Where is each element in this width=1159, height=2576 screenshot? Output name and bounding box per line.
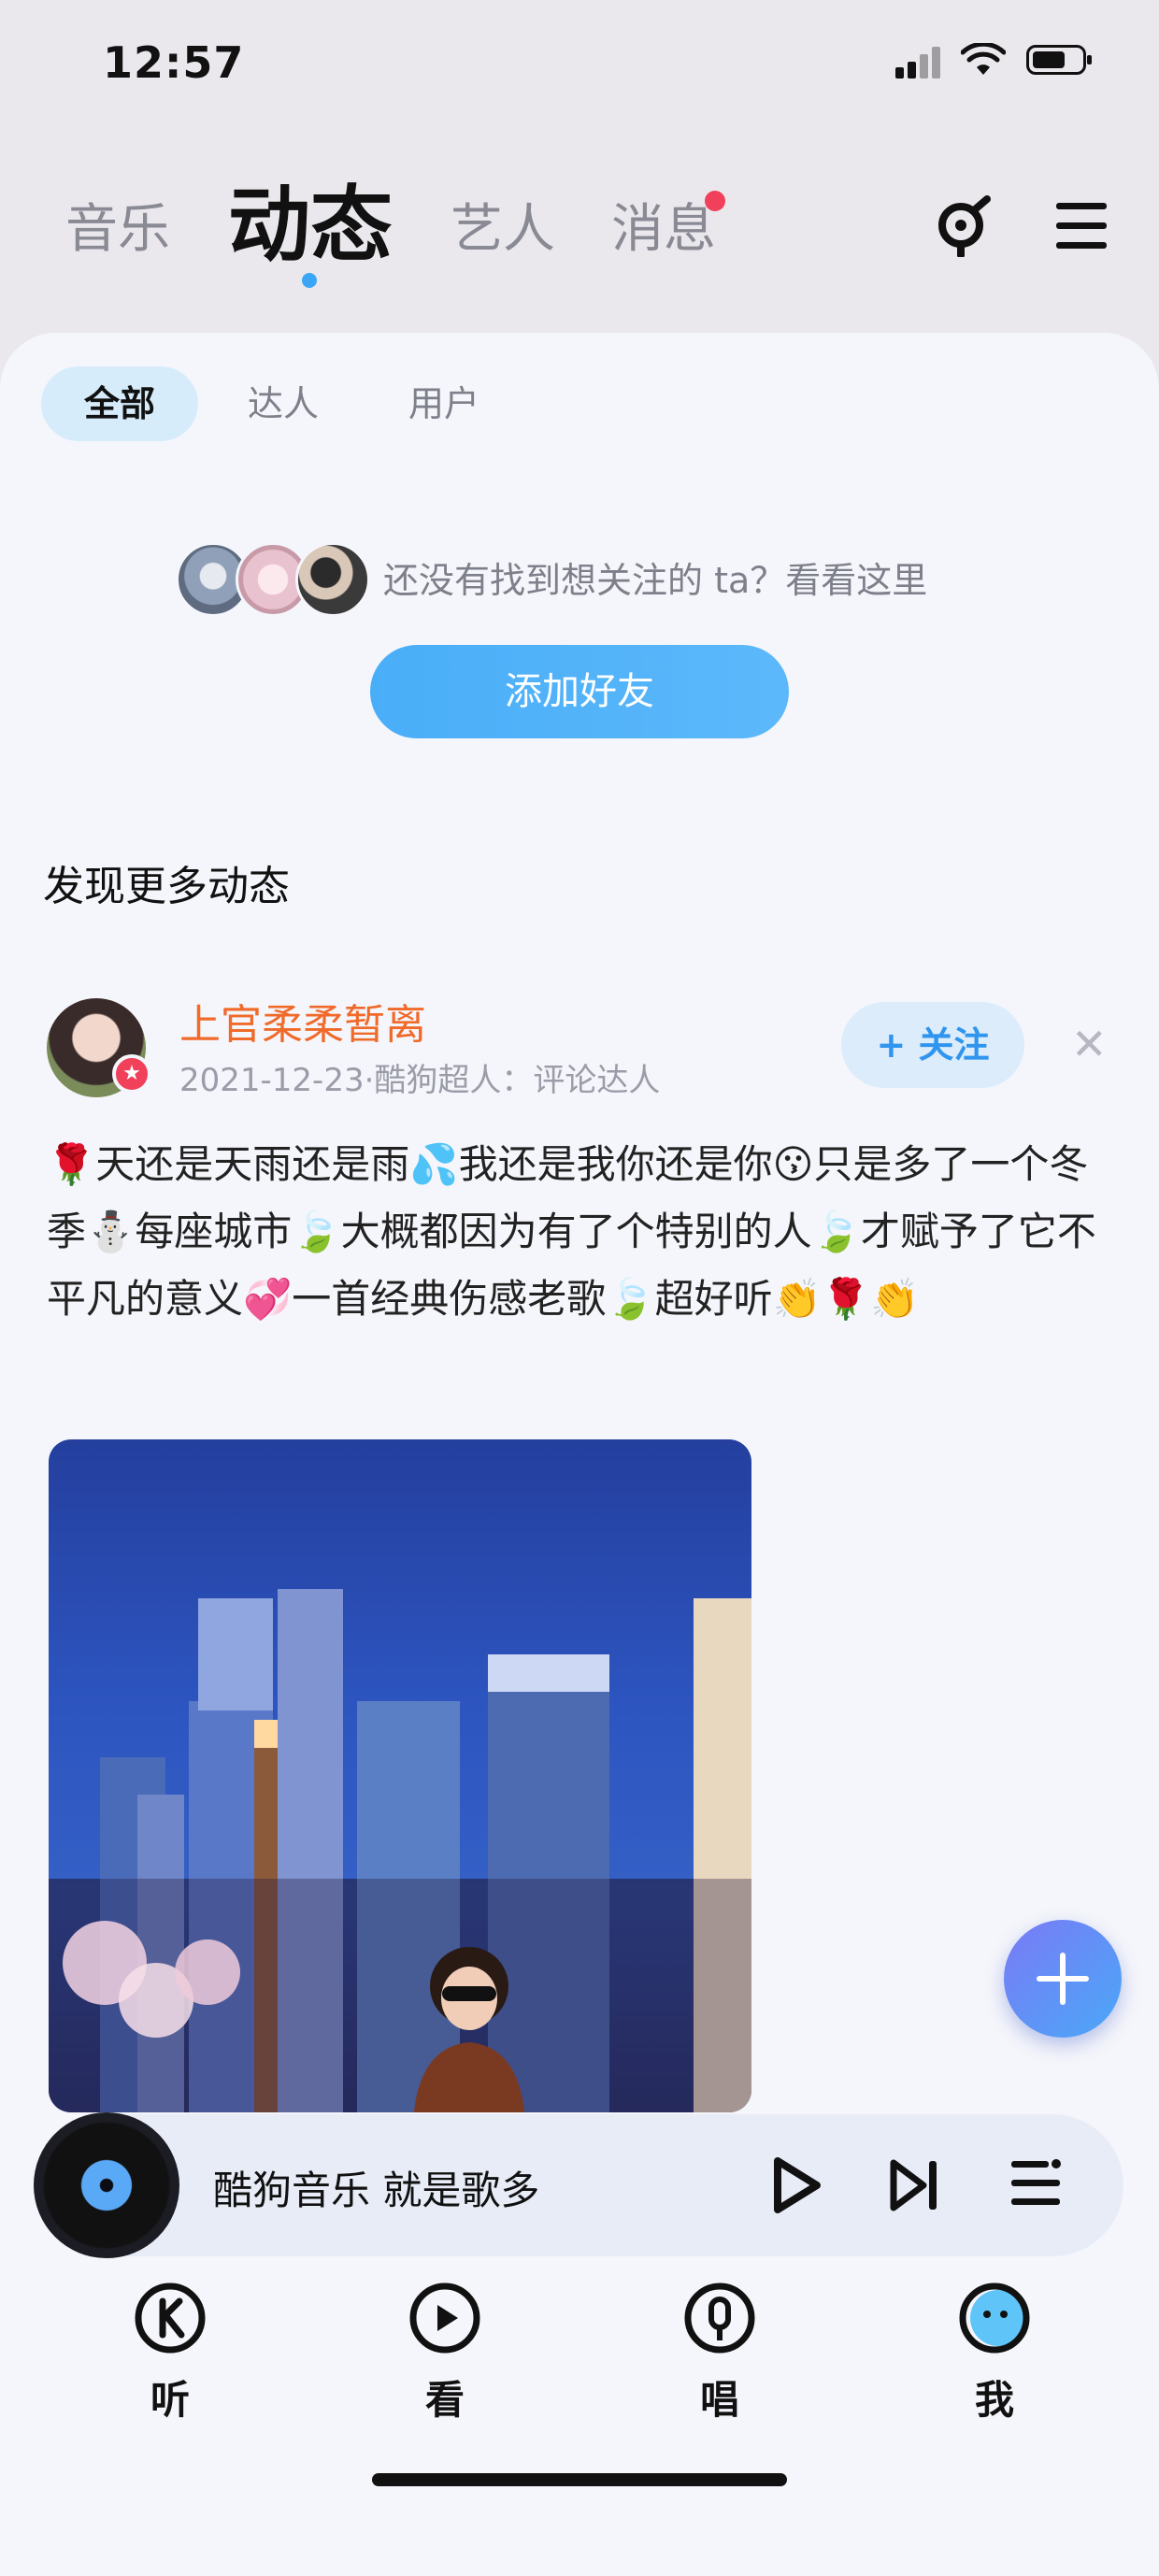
- nav-me[interactable]: 我: [938, 2281, 1051, 2426]
- tab-messages[interactable]: 消息: [611, 187, 716, 263]
- tab-music[interactable]: 音乐: [65, 187, 170, 263]
- sing-icon: [684, 2283, 755, 2354]
- battery-icon: [1026, 45, 1092, 75]
- status-time: 12:57: [103, 37, 245, 88]
- create-post-button[interactable]: [1004, 1920, 1122, 2038]
- play-icon[interactable]: [768, 2155, 824, 2219]
- follow-button[interactable]: + 关注: [841, 1002, 1024, 1088]
- album-disc[interactable]: [34, 2112, 179, 2258]
- subtab-experts[interactable]: 达人: [222, 366, 344, 441]
- post-meta: 2021-12-23·酷狗超人：评论达人: [179, 1062, 661, 1099]
- cellular-signal-icon: [895, 47, 942, 79]
- menu-icon[interactable]: [1056, 201, 1109, 255]
- wifi-icon: [960, 41, 1007, 80]
- section-title: 发现更多动态: [43, 863, 290, 910]
- playlist-icon[interactable]: [1011, 2155, 1064, 2215]
- subtab-all[interactable]: 全部: [41, 366, 198, 441]
- post-text: 🌹天还是天雨还是雨💦我还是我你还是你😗只是多了一个冬季⛄每座城市🍃大概都因为有了…: [47, 1141, 1096, 1322]
- nav-listen-label: 听: [150, 2377, 190, 2423]
- subtab-users[interactable]: 用户: [383, 366, 505, 441]
- message-badge: [705, 191, 725, 211]
- music-recognition-icon[interactable]: [933, 192, 994, 261]
- player-song-text[interactable]: 酷狗音乐 就是歌多: [213, 2159, 539, 2216]
- listen-icon: [135, 2283, 206, 2354]
- tab-artists[interactable]: 艺人: [451, 187, 555, 263]
- nav-watch-label: 看: [424, 2377, 465, 2423]
- nav-me-label: 我: [974, 2377, 1014, 2423]
- verified-star-icon: ★: [112, 1054, 151, 1094]
- nav-sing[interactable]: 唱: [664, 2281, 776, 2426]
- watch-icon: [409, 2283, 480, 2354]
- active-tab-indicator: [302, 273, 317, 288]
- tab-feed[interactable]: 动态: [228, 159, 393, 278]
- me-icon: [959, 2283, 1030, 2354]
- avatar: [295, 542, 370, 617]
- recommend-hint: 还没有找到想关注的 ta？看看这里: [383, 560, 928, 601]
- recommended-avatars[interactable]: [176, 542, 372, 617]
- mini-player[interactable]: [34, 2114, 1123, 2256]
- home-indicator: [372, 2473, 787, 2486]
- post-image[interactable]: [49, 1439, 751, 2112]
- nav-listen[interactable]: 听: [114, 2281, 226, 2426]
- person-figure: [408, 1935, 530, 2112]
- add-friend-button[interactable]: 添加好友: [370, 645, 789, 738]
- nav-sing-label: 唱: [699, 2377, 739, 2423]
- next-track-icon[interactable]: [888, 2157, 944, 2217]
- author-name[interactable]: 上官柔柔暂离: [179, 991, 426, 1051]
- close-icon[interactable]: ✕: [1071, 1019, 1108, 1069]
- nav-watch[interactable]: 看: [389, 2281, 501, 2426]
